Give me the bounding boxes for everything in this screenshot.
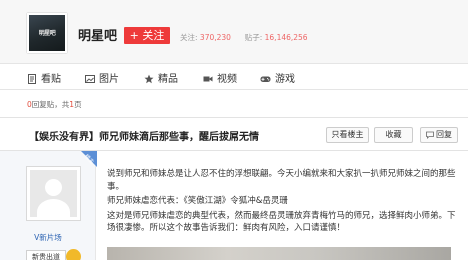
forum-nav: 看贴 图片 精品 视频 游戏 (0, 63, 468, 90)
nav-item-posts[interactable]: 看贴 (27, 70, 61, 85)
image-icon (85, 75, 95, 83)
followers-count: 370,230 (199, 33, 231, 42)
post-paragraph: 说到师兄和师妹总是让人忍不住的浮想联翩。今天小编就来和大家扒一扒师兄师妹之间的那… (107, 169, 456, 192)
logo-text: 明星吧 (38, 30, 56, 37)
posts-label: 贴子: (244, 33, 263, 42)
avatar[interactable] (26, 166, 81, 221)
nav-label: 看贴 (41, 74, 61, 85)
post-image[interactable] (107, 247, 451, 260)
forum-stats: 关注: 370,230 贴子: 16,146,256 (180, 32, 308, 43)
forum-name[interactable]: 明星吧 (78, 25, 117, 44)
reply-button[interactable]: 回复 (420, 127, 458, 143)
nav-label: 视频 (217, 74, 237, 85)
thread-title: 【娱乐没有界】师兄师妹滴后那些事，醒后拔屌无情 (29, 132, 259, 143)
forum-logo[interactable]: 明星吧 (27, 13, 67, 53)
gamepad-icon (260, 76, 271, 82)
star-icon (144, 74, 154, 84)
posts-count: 16,146,256 (264, 33, 308, 42)
nav-label: 图片 (99, 74, 119, 85)
page-label: 页 (74, 100, 82, 109)
reply-button-label: 回复 (436, 130, 452, 139)
nav-item-images[interactable]: 图片 (85, 70, 119, 85)
favorite-button[interactable]: 收藏 (374, 127, 413, 143)
nav-item-video[interactable]: 视频 (203, 70, 237, 85)
post-paragraph: 这对是师兄师妹虐恋的典型代表，然而最终岳灵珊放弃青梅竹马的师兄，选择鲜肉小师弟。… (107, 210, 456, 234)
nav-label: 游戏 (275, 74, 295, 85)
video-icon (203, 76, 213, 82)
medal-icon (66, 249, 81, 260)
follow-button[interactable]: + 关注 (124, 27, 170, 44)
divider (0, 117, 468, 118)
author-name[interactable]: V新片场 (0, 232, 96, 243)
reply-label: 回复贴，共 (31, 100, 70, 109)
followers-label: 关注: (180, 33, 198, 42)
document-icon (28, 74, 36, 84)
forum-header: 明星吧 明星吧 + 关注 关注: 370,230 贴子: 16,146,256 (0, 0, 468, 63)
nav-label: 精品 (158, 74, 178, 85)
post-content: 说到师兄和师妹总是让人忍不住的浮想联翩。今天小编就来和大家扒一扒师兄师妹之间的那… (107, 168, 457, 237)
level-badge: 新贵出道 (26, 250, 66, 260)
reply-icon (426, 131, 434, 139)
post-paragraph: 师兄师妹虐恋代表：《笑傲江湖》令狐冲&岳灵珊 (107, 196, 288, 206)
nav-item-games[interactable]: 游戏 (260, 70, 295, 85)
nav-item-featured[interactable]: 精品 (144, 70, 178, 85)
author-panel: V新片场 新贵出道 (0, 151, 96, 260)
thread-meta: 0回复贴，共1页 (27, 99, 82, 110)
only-author-button[interactable]: 只看楼主 (326, 127, 369, 143)
default-avatar-icon (30, 170, 77, 217)
